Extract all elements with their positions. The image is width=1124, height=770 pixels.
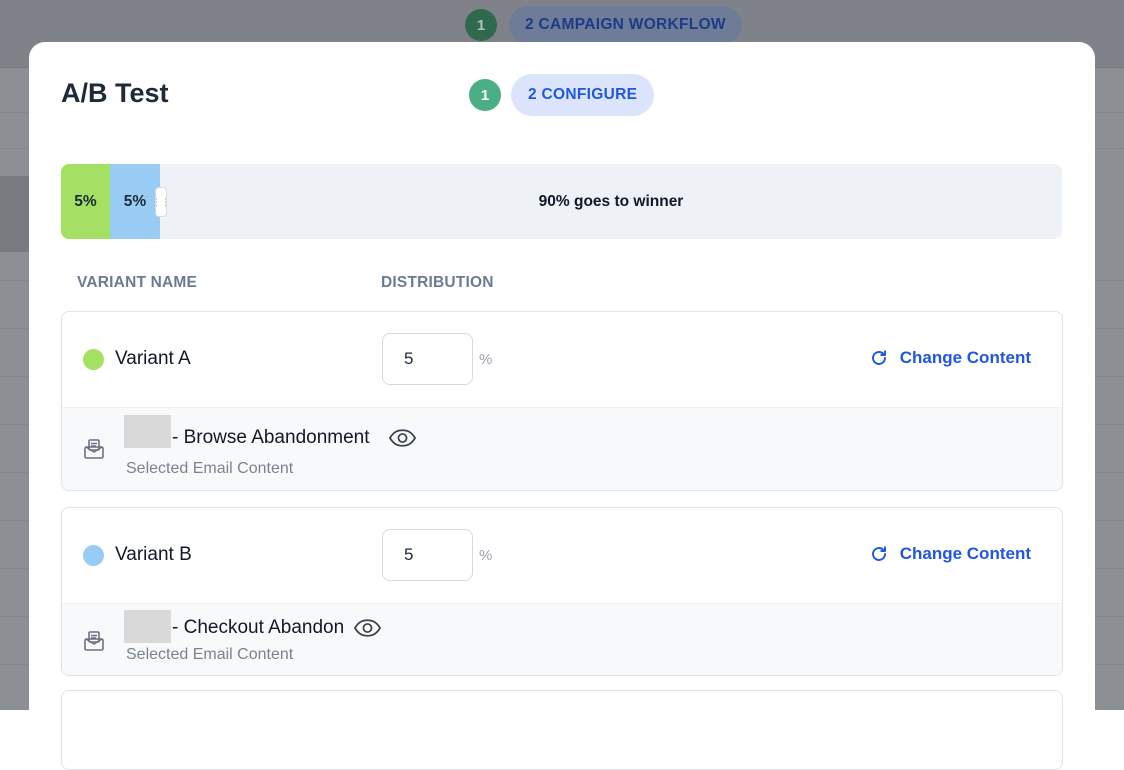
distribution-input[interactable] (382, 333, 473, 385)
variant-name: Variant B (115, 544, 192, 565)
column-header-variant-name: VARIANT NAME (77, 274, 198, 291)
variant-color-dot (83, 349, 104, 370)
modal-stepper: 1 2 CONFIGURE (469, 74, 655, 116)
refresh-icon (870, 545, 888, 563)
winner-segment: 90% goes to winner (538, 192, 684, 210)
ab-test-modal: A/B Test 1 2 CONFIGURE 5% 5% 90% goes to… (29, 42, 1095, 770)
distribution-split-bar: 5% 5% 90% goes to winner ⋮⋮ (61, 164, 1062, 239)
selected-content-panel: - Browse Abandonment Selected Email Cont… (62, 407, 1062, 490)
step-1-badge[interactable]: 1 (469, 79, 501, 111)
change-content-button[interactable]: Change Content (870, 348, 1031, 368)
selected-content-caption: Selected Email Content (126, 646, 294, 663)
content-name: - Browse Abandonment (172, 427, 370, 448)
percent-unit: % (479, 351, 493, 368)
refresh-icon (870, 349, 888, 367)
eye-icon[interactable] (388, 428, 417, 448)
campaign-step-1: 1 (465, 9, 497, 41)
variant-a-segment: 5% (61, 164, 110, 239)
variant-card-a: Variant A % Change Content (61, 311, 1063, 491)
variant-card-winner (61, 690, 1063, 770)
modal-title: A/B Test (61, 78, 169, 108)
variant-row: Variant B % Change Content (62, 508, 1062, 603)
percent-unit: % (479, 547, 493, 564)
change-content-button[interactable]: Change Content (870, 544, 1031, 564)
step-2-configure[interactable]: 2 CONFIGURE (511, 74, 655, 116)
variant-row: Variant A % Change Content (62, 312, 1062, 407)
variant-name: Variant A (115, 348, 191, 369)
drag-handle-icon[interactable]: ⋮⋮ (152, 187, 170, 217)
email-content-icon (82, 629, 106, 653)
content-thumbnail (124, 415, 171, 448)
content-name: - Checkout Abandon (172, 617, 345, 638)
campaign-step-2: 2 CAMPAIGN WORKFLOW (509, 6, 742, 44)
email-content-icon (82, 437, 106, 461)
variant-color-dot (83, 545, 104, 566)
change-content-label: Change Content (899, 348, 1031, 367)
selected-content-caption: Selected Email Content (126, 460, 294, 477)
campaign-stepper: 1 2 CAMPAIGN WORKFLOW (465, 6, 742, 44)
content-thumbnail (124, 610, 171, 643)
eye-icon[interactable] (353, 618, 382, 638)
change-content-label: Change Content (899, 544, 1031, 563)
distribution-input[interactable] (382, 529, 473, 581)
column-header-distribution: DISTRIBUTION (381, 274, 494, 291)
selected-content-panel: - Checkout Abandon Selected Email Conten… (62, 603, 1062, 675)
variant-card-b: Variant B % Change Content (61, 507, 1063, 676)
